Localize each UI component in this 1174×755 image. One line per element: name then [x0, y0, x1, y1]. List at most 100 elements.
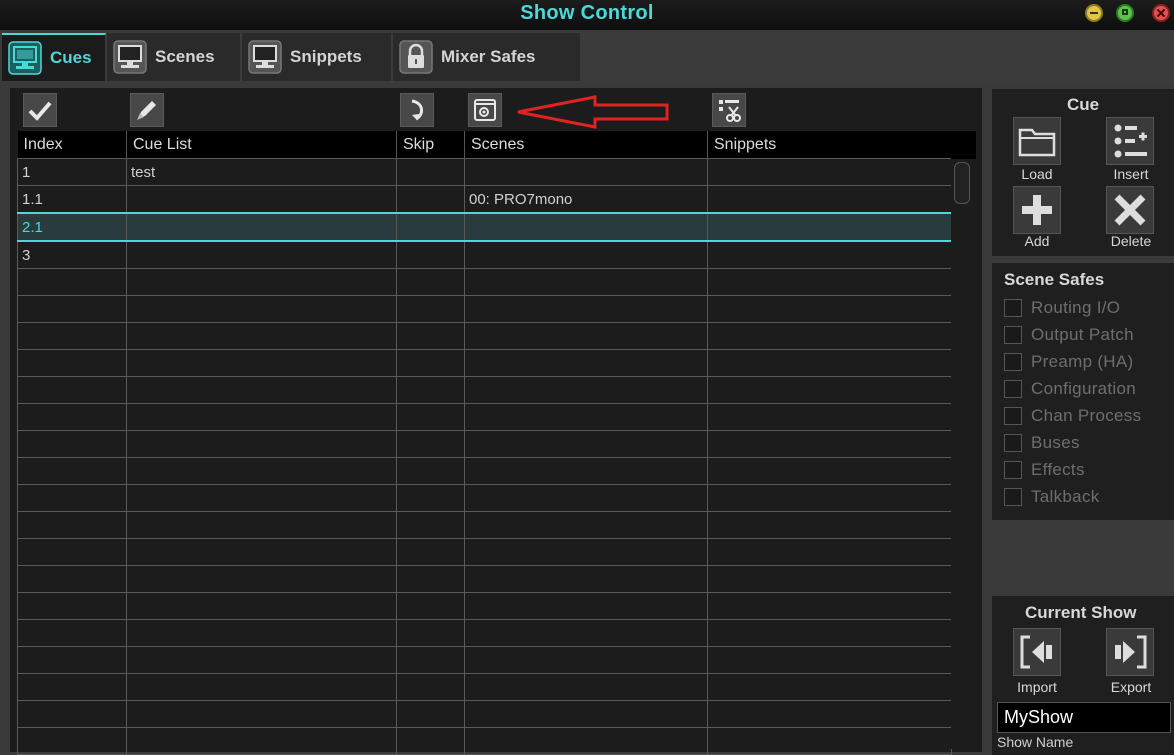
- empty-row[interactable]: [17, 268, 952, 296]
- minimize-button[interactable]: [1085, 4, 1103, 22]
- empty-row[interactable]: [17, 322, 952, 350]
- tab-snippets[interactable]: Snippets: [242, 33, 392, 81]
- empty-row[interactable]: [17, 538, 952, 566]
- table-row-selected[interactable]: 2.1: [17, 212, 952, 242]
- empty-row[interactable]: [17, 673, 952, 701]
- empty-row[interactable]: [17, 511, 952, 539]
- empty-cell: [464, 619, 708, 647]
- empty-cell: [707, 619, 952, 647]
- maximize-button[interactable]: [1116, 4, 1134, 22]
- safe-routing-io[interactable]: Routing I/O: [1004, 297, 1120, 319]
- checkbox[interactable]: [1004, 353, 1022, 371]
- empty-row[interactable]: [17, 727, 952, 755]
- empty-cell: [126, 673, 397, 701]
- column-skip[interactable]: Skip: [396, 131, 465, 159]
- cell-skip: [396, 240, 465, 269]
- tab-mixer-safes[interactable]: Mixer Safes: [393, 33, 581, 81]
- empty-row[interactable]: [17, 457, 952, 485]
- tab-scenes[interactable]: Scenes: [107, 33, 241, 81]
- empty-cell: [464, 430, 708, 458]
- empty-cell: [126, 646, 397, 674]
- cell-scenes: [464, 158, 708, 186]
- checkbox[interactable]: [1004, 488, 1022, 506]
- current-show-title: Current Show: [1025, 603, 1137, 622]
- export-label: Export: [1110, 679, 1152, 695]
- empty-row[interactable]: [17, 376, 952, 404]
- safe-configuration[interactable]: Configuration: [1004, 378, 1136, 400]
- checkbox[interactable]: [1004, 299, 1022, 317]
- empty-row[interactable]: [17, 700, 952, 728]
- insert-list-icon: [1114, 124, 1147, 158]
- add-button[interactable]: [1013, 186, 1061, 234]
- table-row[interactable]: 1 test: [17, 158, 952, 186]
- safe-chan-process[interactable]: Chan Process: [1004, 405, 1141, 427]
- checkbox[interactable]: [1004, 461, 1022, 479]
- empty-row[interactable]: [17, 619, 952, 647]
- empty-row[interactable]: [17, 565, 952, 593]
- empty-row[interactable]: [17, 403, 952, 431]
- monitor-icon: [248, 40, 282, 74]
- insert-label: Insert: [1113, 166, 1149, 182]
- empty-cell: [17, 376, 127, 404]
- cell-index: 1: [17, 158, 127, 186]
- cell-scenes: [464, 240, 708, 269]
- safe-effects[interactable]: Effects: [1004, 459, 1085, 481]
- tab-cues[interactable]: Cues: [2, 33, 106, 81]
- empty-cell: [396, 484, 465, 512]
- empty-row[interactable]: [17, 646, 952, 674]
- empty-row[interactable]: [17, 592, 952, 620]
- safe-output-patch[interactable]: Output Patch: [1004, 324, 1134, 346]
- cell-index: 1.1: [17, 185, 127, 214]
- check-button[interactable]: [23, 93, 57, 127]
- empty-cell: [396, 565, 465, 593]
- empty-row[interactable]: [17, 430, 952, 458]
- checkbox[interactable]: [1004, 380, 1022, 398]
- plus-icon: [1022, 195, 1052, 225]
- empty-row[interactable]: [17, 349, 952, 377]
- empty-cell: [464, 349, 708, 377]
- empty-cell: [707, 376, 952, 404]
- cue-list-table: Index Cue List Skip Scenes Snippets 1 te…: [17, 131, 952, 755]
- empty-cell: [17, 565, 127, 593]
- safe-talkback[interactable]: Talkback: [1004, 486, 1100, 508]
- import-button[interactable]: [1013, 628, 1061, 676]
- safe-preamp[interactable]: Preamp (HA): [1004, 351, 1134, 373]
- scene-settings-button[interactable]: [468, 93, 502, 127]
- empty-cell: [126, 484, 397, 512]
- skip-button[interactable]: [400, 93, 434, 127]
- empty-cell: [464, 511, 708, 539]
- cell-cue-list: [126, 185, 397, 214]
- empty-cell: [126, 511, 397, 539]
- close-button[interactable]: [1152, 4, 1170, 22]
- empty-cell: [17, 430, 127, 458]
- checkbox[interactable]: [1004, 434, 1022, 452]
- checkbox[interactable]: [1004, 326, 1022, 344]
- delete-button[interactable]: [1106, 186, 1154, 234]
- add-label: Add: [1024, 233, 1050, 249]
- cell-snippets: [707, 158, 952, 186]
- empty-cell: [126, 619, 397, 647]
- empty-row[interactable]: [17, 484, 952, 512]
- export-button[interactable]: [1106, 628, 1154, 676]
- snippet-cut-button[interactable]: [712, 93, 746, 127]
- column-index[interactable]: Index: [17, 131, 127, 159]
- table-row[interactable]: 1.1 00: PRO7mono: [17, 185, 952, 214]
- column-cue-list[interactable]: Cue List: [126, 131, 397, 159]
- column-scenes[interactable]: Scenes: [464, 131, 708, 159]
- checkbox[interactable]: [1004, 407, 1022, 425]
- tab-label: Cues: [50, 48, 92, 67]
- load-button[interactable]: [1013, 117, 1061, 165]
- show-name-field[interactable]: MyShow: [997, 702, 1171, 733]
- safe-buses[interactable]: Buses: [1004, 432, 1080, 454]
- table-row[interactable]: 3: [17, 240, 952, 269]
- empty-cell: [464, 457, 708, 485]
- empty-cell: [17, 673, 127, 701]
- column-snippets[interactable]: Snippets: [707, 131, 952, 159]
- empty-row[interactable]: [17, 295, 952, 323]
- tab-bar: Cues Scenes Snippets Mixer Safes: [0, 31, 1174, 83]
- edit-button[interactable]: [130, 93, 164, 127]
- insert-button[interactable]: [1106, 117, 1154, 165]
- scrollbar-thumb[interactable]: [954, 162, 970, 204]
- scrollbar-track[interactable]: [951, 159, 976, 749]
- safe-label: Talkback: [1031, 487, 1100, 506]
